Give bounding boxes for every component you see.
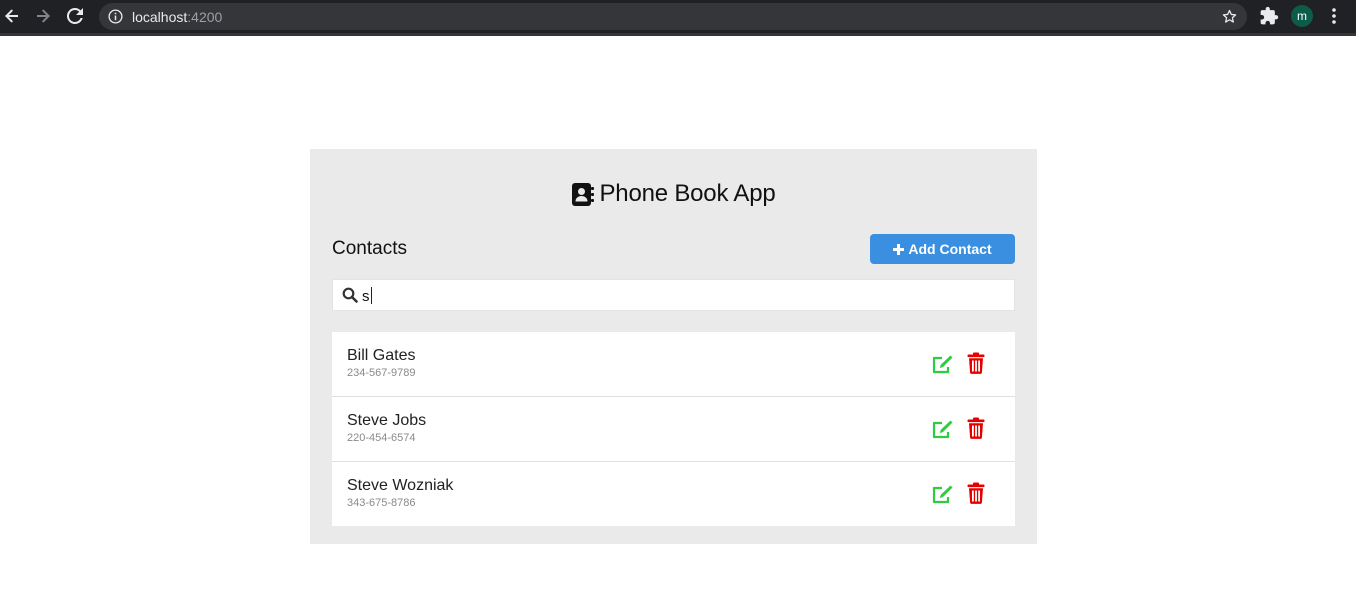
contact-name: Steve Wozniak — [347, 477, 454, 494]
page-title: Phone Book App — [599, 180, 776, 207]
contact-row[interactable]: Bill Gates 234-567-9789 — [332, 332, 1015, 397]
url-host: localhost — [132, 9, 188, 25]
text-caret — [371, 287, 372, 304]
back-icon[interactable] — [1, 5, 23, 27]
edit-icon[interactable] — [931, 418, 955, 440]
trash-icon[interactable] — [967, 482, 985, 504]
contact-phone: 343-675-8786 — [347, 497, 416, 509]
trash-icon[interactable] — [967, 417, 985, 439]
profile-avatar[interactable]: m — [1291, 5, 1313, 27]
kebab-menu-icon[interactable] — [1324, 6, 1344, 28]
search-box[interactable] — [332, 279, 1015, 311]
address-book-icon — [571, 182, 595, 207]
contact-name: Bill Gates — [347, 347, 416, 364]
url-port: :4200 — [187, 9, 223, 25]
add-contact-label: Add Contact — [908, 241, 992, 257]
add-contact-button[interactable]: Add Contact — [870, 234, 1015, 264]
browser-toolbar: localhost:4200 m — [0, 0, 1356, 33]
app-header: Phone Book App — [310, 179, 1037, 209]
phone-book-card: Phone Book App Contacts Add Contact Bill… — [310, 149, 1037, 544]
contact-row[interactable]: Steve Wozniak 343-675-8786 — [332, 462, 1015, 526]
trash-icon[interactable] — [967, 352, 985, 374]
contact-phone: 234-567-9789 — [347, 367, 416, 379]
edit-icon[interactable] — [931, 483, 955, 505]
extensions-puzzle-icon[interactable] — [1259, 6, 1281, 28]
address-bar[interactable]: localhost:4200 — [99, 3, 1247, 30]
info-icon[interactable] — [108, 9, 123, 24]
url-text: localhost:4200 — [132, 9, 222, 25]
toolbar-divider — [0, 33, 1356, 36]
bookmark-star-icon[interactable] — [1221, 8, 1238, 25]
search-input[interactable] — [362, 285, 1002, 307]
contact-list: Bill Gates 234-567-9789 Steve Jobs 220-4… — [332, 332, 1015, 526]
contact-phone: 220-454-6574 — [347, 432, 416, 444]
contact-name: Steve Jobs — [347, 412, 427, 429]
edit-icon[interactable] — [931, 353, 955, 375]
reload-icon[interactable] — [64, 5, 86, 27]
search-icon — [342, 287, 359, 304]
forward-icon[interactable] — [32, 5, 54, 27]
contacts-heading: Contacts — [332, 238, 407, 259]
plus-icon — [893, 242, 905, 256]
contact-row[interactable]: Steve Jobs 220-454-6574 — [332, 397, 1015, 462]
